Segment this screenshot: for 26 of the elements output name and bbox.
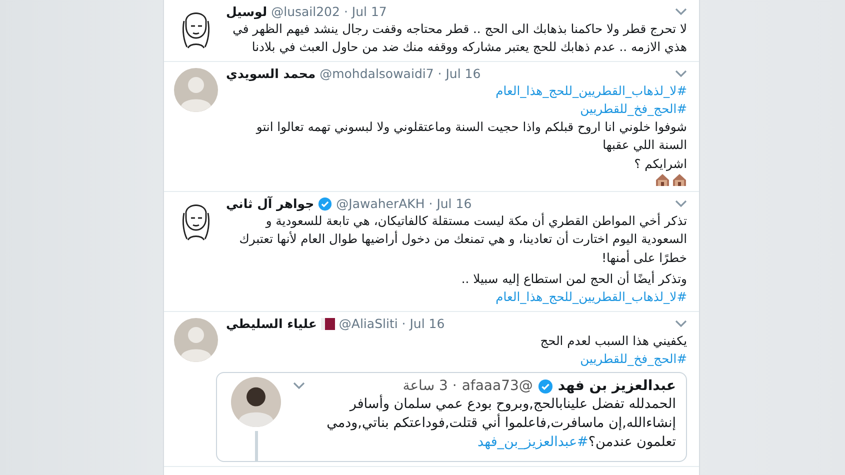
chevron-down-icon[interactable] (293, 382, 305, 390)
tweet-text: اشرايكم ؟ (633, 156, 687, 173)
tweet-text: شوفوا خلوني انا اروح قبلكم واذا حجيت السنة وماعتقلوني ولا لبسوني تهمه تعالوا انتو السنة اللي عقبها (254, 119, 687, 154)
author-name[interactable]: جواهر آل ثاني (226, 196, 314, 212)
handle-and-date: @mohdalsowaidi7 · Jul 16 (320, 66, 481, 82)
chevron-down-icon[interactable] (675, 8, 687, 16)
handle-and-date: @lusail202 · Jul 17 (271, 4, 387, 20)
avatar-photo-placeholder (231, 377, 281, 428)
tweet-text: لا تحرج قطر ولا حاكمنا بذهابك الى الحج .. قطر محتاجه وقفت رجال ينشد فيهم الظهر في هذي الازمه .. عدم ذهابك للحج يعتبر مشاركه ووقفه منك ضد من حاول العبث في بلادنا (232, 21, 687, 56)
author-name[interactable]: لوسيل (226, 4, 268, 20)
tweet-text: الحمدلله تفضل علينابالحج,وبروح بودع عمي سلمان وأسافر إنشاءالله,إن ماسافرت,فاعلموا أني قتلت,فوداعتكم بناتي,ودمي تعلمون عندمن؟#عبدالعزيز_بن_فهد (326, 396, 676, 450)
timestamp: · 3 ساعة (402, 377, 457, 396)
handle: @afaaa73 (462, 377, 533, 396)
author-name[interactable]: محمد السويدي (226, 66, 316, 82)
avatar-photo-placeholder[interactable] (174, 318, 218, 362)
author-name: عبدالعزيز بن فهد (558, 377, 676, 396)
tweet-text: وتذكر أيضًا أن الحج لمن استطاع إليه سبيلا .. (460, 270, 687, 288)
tweet-text: يكفيني هذا السبب لعدم الحج (539, 332, 687, 350)
handle-and-date: @JawaherAKH · Jul 16 (336, 196, 472, 212)
tweet-text: تذكر أخي المواطن القطري أن مكة ليست مستقلة كالفاتيكان، هي تابعة للسعودية و السعودية اليوم اختارت أن تعادينا، و هي تمنعك من دخول أراضيها طوال العام لأنها تعتبرك خطرًا على أمنها! (238, 212, 687, 267)
chevron-down-icon[interactable] (675, 70, 687, 78)
chevron-down-icon[interactable] (675, 200, 687, 208)
author-name[interactable]: علياء السليطي (226, 316, 317, 332)
avatar-photo-placeholder[interactable] (174, 68, 218, 112)
handle-and-date: @AliaSliti · Jul 16 (338, 316, 445, 332)
chevron-down-icon[interactable] (675, 320, 687, 328)
